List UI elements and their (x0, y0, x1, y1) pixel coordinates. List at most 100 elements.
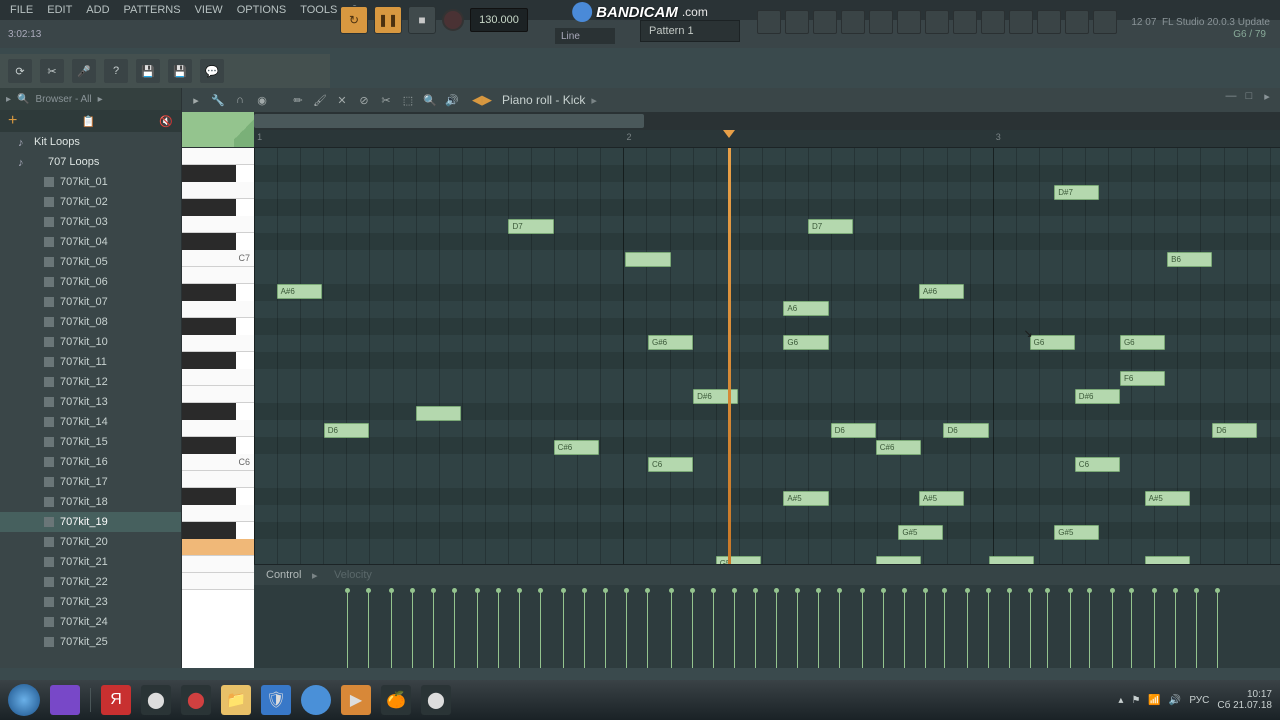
browser-item[interactable]: 707kit_14 (0, 412, 181, 432)
velocity-bar[interactable] (904, 591, 905, 668)
browser-item[interactable]: 707kit_11 (0, 352, 181, 372)
browser-folder[interactable]: Kit Loops (0, 132, 181, 152)
velocity-bar[interactable] (1030, 591, 1031, 668)
velocity-bar[interactable] (647, 591, 648, 668)
midi-note[interactable] (625, 252, 670, 267)
menu-patterns[interactable]: PATTERNS (118, 2, 187, 18)
midi-note[interactable]: D6 (324, 423, 369, 438)
velocity-bar[interactable] (1070, 591, 1071, 668)
menu-add[interactable]: ADD (80, 2, 115, 18)
velocity-bar[interactable] (883, 591, 884, 668)
browser-item[interactable]: 707kit_16 (0, 452, 181, 472)
velocity-bar[interactable] (368, 591, 369, 668)
tray-flag-icon[interactable]: ⚑ (1131, 695, 1140, 706)
play-icon[interactable]: ▸ (188, 92, 204, 108)
velocity-bar[interactable] (1047, 591, 1048, 668)
velocity-bar[interactable] (412, 591, 413, 668)
mixer-icon[interactable] (841, 10, 865, 34)
magnet-icon[interactable]: ∩ (232, 92, 248, 108)
select-icon[interactable]: ⬚ (400, 92, 416, 108)
browser-item[interactable]: 707kit_21 (0, 552, 181, 572)
browser-folder[interactable]: 707 Loops (0, 152, 181, 172)
browser-item[interactable]: 707kit_06 (0, 272, 181, 292)
velocity-bar[interactable] (988, 591, 989, 668)
snap-selector[interactable]: Line (555, 28, 615, 44)
browser-item[interactable]: 707kit_05 (0, 252, 181, 272)
velocity-bar[interactable] (797, 591, 798, 668)
midi-note[interactable]: B6 (1167, 252, 1212, 267)
midi-note[interactable]: G6 (783, 335, 828, 350)
paint-icon[interactable]: 🖌 (312, 92, 328, 108)
collapse-icon[interactable]: ▸ (6, 94, 11, 105)
render-icon[interactable] (981, 10, 1005, 34)
undo-icon[interactable] (925, 10, 949, 34)
velocity-bar[interactable] (433, 591, 434, 668)
tray-language[interactable]: РУС (1189, 695, 1209, 706)
midi-note[interactable]: G6 (1030, 335, 1075, 350)
midi-note[interactable]: A#5 (783, 491, 828, 506)
stop-button[interactable]: ■ (408, 6, 436, 34)
pattern-song-switch[interactable]: ↻ (340, 6, 368, 34)
menu-edit[interactable]: EDIT (41, 2, 78, 18)
tray-volume-icon[interactable]: 🔊 (1169, 695, 1181, 706)
velocity-bar[interactable] (1131, 591, 1132, 668)
help-icon[interactable]: ? (104, 59, 128, 83)
slice-icon[interactable]: ✂ (378, 92, 394, 108)
midi-note[interactable]: G6 (1120, 335, 1165, 350)
mic-icon[interactable]: 🎤 (72, 59, 96, 83)
velocity-bar[interactable] (626, 591, 627, 668)
midi-note[interactable]: C6 (1075, 457, 1120, 472)
velocity-editor[interactable] (326, 585, 1280, 668)
velocity-bar[interactable] (818, 591, 819, 668)
playhead[interactable] (728, 148, 731, 564)
timeline[interactable]: 123 (254, 130, 1280, 148)
playback-icon[interactable]: 🔊 (444, 92, 460, 108)
browser-item[interactable]: 707kit_17 (0, 472, 181, 492)
midi-note[interactable]: G#5 (1054, 525, 1099, 540)
browser-item[interactable]: 707kit_04 (0, 232, 181, 252)
taskbar-browser[interactable]: ⬤ (141, 685, 171, 715)
browser-item[interactable]: 707kit_08 (0, 312, 181, 332)
browser-item[interactable]: 707kit_07 (0, 292, 181, 312)
settings-icon[interactable] (1009, 10, 1033, 34)
delete-icon[interactable]: ✕ (334, 92, 350, 108)
tray-clock[interactable]: 10:17Сб 21.07.18 (1217, 689, 1272, 711)
midi-note[interactable]: G#6 (648, 335, 693, 350)
velocity-bar[interactable] (776, 591, 777, 668)
midi-note[interactable]: D7 (808, 219, 853, 234)
browser-item[interactable]: 707kit_24 (0, 612, 181, 632)
taskbar-explorer[interactable]: 📁 (221, 685, 251, 715)
stamp-icon[interactable]: ◉ (254, 92, 270, 108)
velocity-bar[interactable] (563, 591, 564, 668)
plugin-icon[interactable] (897, 10, 921, 34)
velocity-bar[interactable] (1175, 591, 1176, 668)
browser-list[interactable]: Kit Loops707 Loops707kit_01707kit_02707k… (0, 132, 181, 668)
taskbar-app-1[interactable] (50, 685, 80, 715)
maximize-icon[interactable]: □ (1242, 90, 1256, 104)
piano-roll-icon[interactable] (785, 10, 809, 34)
midi-note[interactable]: D6 (943, 423, 988, 438)
browser-item[interactable]: 707kit_15 (0, 432, 181, 452)
velocity-bar[interactable] (477, 591, 478, 668)
midi-note[interactable]: A#6 (919, 284, 964, 299)
save-icon-2[interactable]: 💾 (136, 59, 160, 83)
midi-note[interactable]: C#6 (876, 440, 921, 455)
wrench-icon[interactable]: 🔧 (210, 92, 226, 108)
chat-icon[interactable]: 💬 (200, 59, 224, 83)
playlist-icon[interactable] (757, 10, 781, 34)
copy-icon[interactable]: 📋 (81, 115, 95, 128)
velocity-bar[interactable] (944, 591, 945, 668)
midi-note[interactable]: C6 (648, 457, 693, 472)
velocity-bar[interactable] (584, 591, 585, 668)
velocity-bar[interactable] (1112, 591, 1113, 668)
save-icon[interactable] (953, 10, 977, 34)
midi-note[interactable]: A#5 (1145, 491, 1190, 506)
velocity-bar[interactable] (755, 591, 756, 668)
velocity-bar[interactable] (862, 591, 863, 668)
midi-note[interactable]: A6 (783, 301, 828, 316)
taskbar-chrome[interactable] (301, 685, 331, 715)
cut-icon[interactable]: ✂ (40, 59, 64, 83)
velocity-bar[interactable] (839, 591, 840, 668)
overview-thumb[interactable] (254, 114, 644, 128)
velocity-bar[interactable] (540, 591, 541, 668)
